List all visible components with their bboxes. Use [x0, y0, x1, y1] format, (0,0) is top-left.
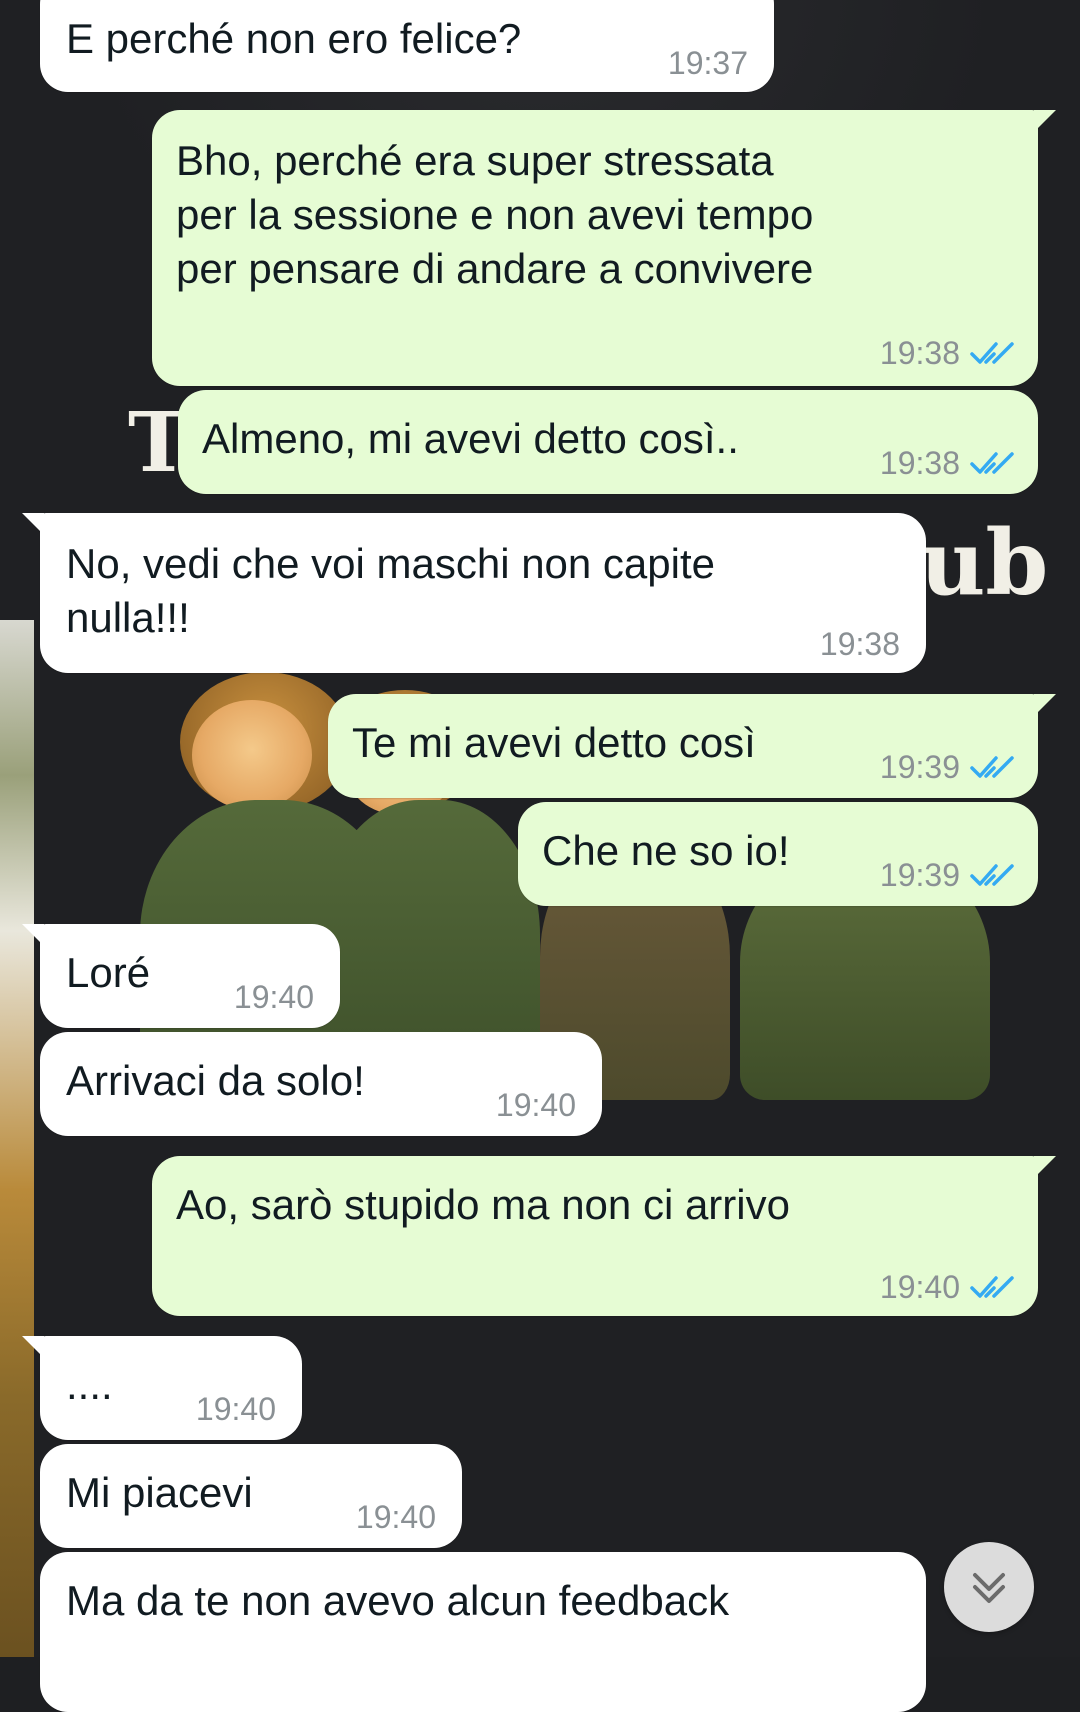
message-time: 19:40: [495, 1087, 576, 1123]
message-meta: 19:37: [668, 36, 748, 90]
message-text: Mi piacevi: [66, 1469, 253, 1516]
message-time: 19:38: [819, 626, 900, 662]
scroll-to-bottom-button[interactable]: [944, 1542, 1034, 1632]
double-check-icon: [970, 452, 1014, 474]
double-chevron-down-icon: [973, 1573, 1005, 1603]
message-meta: 19:38: [880, 436, 1014, 490]
message-outgoing[interactable]: Bho, perché era super stressata per la s…: [152, 110, 1056, 386]
message-time: 19:40: [879, 1269, 960, 1305]
message-incoming[interactable]: Arrivaci da solo! 19:40: [40, 1032, 602, 1136]
chat-message-list[interactable]: E perché non ero felice? 19:37 Bho, perc…: [0, 0, 1080, 1712]
message-text: Che ne so io!: [542, 827, 790, 874]
message-outgoing[interactable]: Almeno, mi avevi detto così.. 19:38: [178, 390, 1038, 494]
message-meta: 19:40: [356, 1490, 436, 1544]
message-incoming[interactable]: Loré 19:40: [22, 924, 340, 1028]
message-time: 19:37: [667, 45, 748, 81]
message-meta: 19:40: [496, 1078, 576, 1132]
message-text: Bho, perché era super stressata per la s…: [176, 137, 814, 292]
message-outgoing[interactable]: Te mi avevi detto così 19:39: [328, 694, 1056, 798]
message-time: 19:40: [233, 979, 314, 1015]
message-time: 19:38: [879, 445, 960, 481]
double-check-icon: [970, 1276, 1014, 1298]
message-text: Arrivaci da solo!: [66, 1057, 365, 1104]
bubble-tail: [22, 1336, 44, 1358]
message-time: 19:39: [879, 749, 960, 785]
bubble-tail: [22, 924, 44, 946]
message-text: Ma da te non avevo alcun feedback: [66, 1577, 730, 1624]
bubble-tail: [1034, 1156, 1056, 1178]
message-incoming[interactable]: Ma da te non avevo alcun feedback: [40, 1552, 926, 1712]
message-meta: 19:40: [234, 970, 314, 1024]
message-text: Te mi avevi detto così: [352, 719, 756, 766]
message-meta: 19:38: [820, 617, 900, 671]
message-incoming[interactable]: Mi piacevi 19:40: [40, 1444, 462, 1548]
message-text: E perché non ero felice?: [66, 15, 522, 62]
message-time: 19:39: [879, 857, 960, 893]
message-text: Almeno, mi avevi detto così..: [202, 415, 739, 462]
message-text: Ao, sarò stupido ma non ci arrivo: [176, 1181, 790, 1228]
bubble-tail: [1034, 110, 1056, 132]
message-meta: 19:39: [880, 740, 1014, 794]
bubble-tail: [1034, 694, 1056, 716]
message-outgoing[interactable]: Che ne so io! 19:39: [518, 802, 1038, 906]
message-meta: 19:40: [196, 1382, 276, 1436]
message-text: ....: [66, 1361, 113, 1408]
message-text: No, vedi che voi maschi non capite nulla…: [66, 540, 716, 641]
message-time: 19:40: [355, 1499, 436, 1535]
message-meta: 19:40: [880, 1260, 1014, 1314]
message-incoming[interactable]: No, vedi che voi maschi non capite nulla…: [22, 513, 926, 673]
message-meta: 19:38: [880, 326, 1014, 380]
message-time: 19:38: [879, 335, 960, 371]
message-text: Loré: [66, 949, 151, 996]
bubble-tail: [22, 513, 44, 535]
double-check-icon: [970, 864, 1014, 886]
double-check-icon: [970, 342, 1014, 364]
message-meta: 19:39: [880, 848, 1014, 902]
double-check-icon: [970, 756, 1014, 778]
message-incoming[interactable]: .... 19:40: [22, 1336, 302, 1440]
message-outgoing[interactable]: Ao, sarò stupido ma non ci arrivo 19:40: [152, 1156, 1056, 1316]
message-time: 19:40: [195, 1391, 276, 1427]
message-incoming[interactable]: E perché non ero felice? 19:37: [40, 0, 774, 92]
